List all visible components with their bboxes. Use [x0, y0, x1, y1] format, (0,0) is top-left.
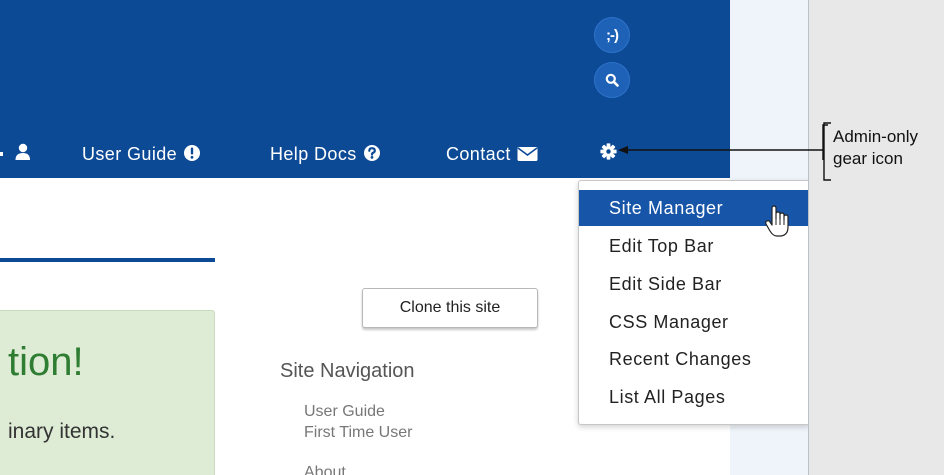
welcome-heading: tion!: [8, 340, 84, 384]
site-nav-link-user-guide[interactable]: User Guide: [304, 403, 385, 421]
callout-line-2: gear icon: [833, 149, 903, 168]
welcome-panel: [0, 310, 215, 475]
site-nav-link-about[interactable]: About: [304, 464, 346, 475]
site-nav-link-first-time-user[interactable]: First Time User: [304, 424, 412, 442]
callout-arrow: [618, 124, 828, 160]
nav-user-guide-label: User Guide: [82, 144, 178, 164]
menu-item-recent-changes[interactable]: Recent Changes: [579, 341, 808, 377]
smiley-label: ;-): [606, 26, 619, 44]
content-divider: [0, 258, 215, 262]
gear-icon[interactable]: [600, 143, 617, 160]
hand-pointer-icon: [765, 205, 789, 237]
menu-item-css-manager[interactable]: CSS Manager: [579, 304, 808, 340]
search-icon: [605, 73, 619, 87]
callout-bracket: [823, 122, 831, 181]
envelope-icon: [517, 147, 538, 161]
nav-contact-label: Contact: [446, 144, 511, 164]
nav-help-docs-label: Help Docs: [270, 144, 357, 164]
exclamation-circle-icon: [184, 145, 201, 161]
callout-label: Admin-only gear icon: [833, 126, 918, 170]
site-navigation-title: Site Navigation: [280, 360, 415, 382]
smiley-button[interactable]: ;-): [594, 17, 630, 53]
question-circle-icon: [363, 145, 380, 161]
nav-user-guide[interactable]: User Guide: [82, 144, 201, 164]
nav-help-docs[interactable]: Help Docs: [270, 144, 381, 164]
callout-line-1: Admin-only: [833, 127, 919, 146]
site-window: ;-) User Guide Help Docs Contact tion! i…: [0, 0, 809, 475]
menu-item-list-all-pages[interactable]: List All Pages: [579, 379, 808, 415]
search-button[interactable]: [594, 62, 630, 98]
clone-site-button[interactable]: Clone this site: [362, 288, 538, 328]
welcome-subtext: inary items.: [8, 420, 116, 443]
nav-contact[interactable]: Contact: [446, 144, 538, 164]
menu-item-edit-side-bar[interactable]: Edit Side Bar: [579, 266, 808, 302]
user-icon: [0, 143, 30, 160]
nav-item-partial[interactable]: [0, 143, 30, 163]
